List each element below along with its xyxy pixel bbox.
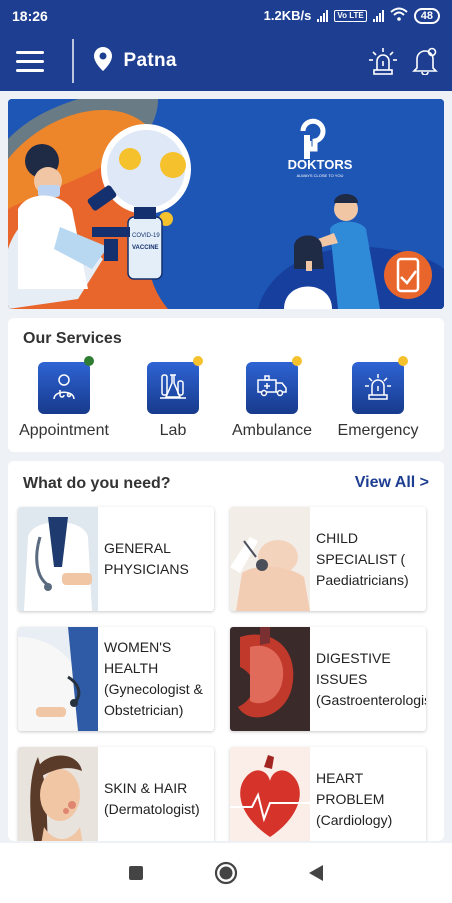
network-speed: 1.2KB/s [263,8,312,23]
speciality-label: WOMEN'S HEALTH (Gynecologist & Obstetric… [104,639,203,718]
service-lab[interactable]: Lab [123,356,223,440]
app-bar: Patna [0,31,452,91]
promo-banner[interactable]: COVID-19 VACCINE DOKTORS ALWAYS CLOSE TO… [8,99,444,309]
status-bar: 18:26 1.2KB/s Vo LTE 48 [0,0,452,31]
speciality-heart-problem[interactable]: HEART PROBLEM (Cardiology) [230,747,426,841]
speciality-label: CHILD SPECIALIST ( Paediatricians) [316,529,409,588]
ambulance-badge-dot [292,356,302,366]
appointment-tile [38,356,94,414]
speciality-child-specialist[interactable]: CHILD SPECIALIST ( Paediatricians) [230,507,426,611]
emergency-tile [352,356,408,414]
specialities-card: What do you need? View All > GENERAL PHY… [8,461,444,841]
square-recents-icon[interactable] [128,865,144,881]
volte-badge: Vo LTE [334,9,367,22]
ambulance-tile [246,356,302,414]
child-specialist-photo [230,507,310,611]
ambulance-label: Ambulance [231,422,313,439]
speciality-digestive-issues[interactable]: DIGESTIVE ISSUES (Gastroenterologist) [230,627,426,731]
lab-flask-icon [158,371,188,406]
speciality-label: DIGESTIVE ISSUES (Gastroenterologist) [316,649,426,708]
service-ambulance[interactable]: Ambulance [222,356,322,440]
speciality-womens-health[interactable]: WOMEN'S HEALTH (Gynecologist & Obstetric… [18,627,214,731]
hamburger-menu-icon[interactable] [0,31,60,91]
needs-title: What do you need? [23,475,171,492]
app-bar-divider [72,39,74,83]
appointment-badge-dot [84,356,94,366]
brand-name: DOKTORS [288,157,353,172]
view-all-link[interactable]: View All > [355,474,429,492]
appointment-label: Appointment [19,422,109,439]
speciality-label: SKIN & HAIR (Dermatologist) [104,780,200,817]
services-title: Our Services [23,330,122,347]
bell-icon[interactable] [412,47,438,75]
status-indicators: 1.2KB/s Vo LTE 48 [264,7,440,24]
signal-icon [317,9,329,22]
general-physician-photo [18,507,98,611]
doctor-icon [49,371,79,406]
location-selector[interactable]: Patna [93,46,177,76]
service-appointment[interactable]: Appointment [14,356,114,440]
vial-top-text: COVID-19 [132,233,160,239]
lab-tile [147,356,203,414]
emergency-siren-icon[interactable] [368,46,398,76]
services-card: Our Services Appointment Lab Ambulance E… [8,318,444,452]
digestive-photo [230,627,310,731]
speciality-general-physicians[interactable]: GENERAL PHYSICIANS [18,507,214,611]
system-nav-bar [0,843,452,903]
speciality-label: HEART PROBLEM (Cardiology) [316,769,393,828]
city-name: Patna [123,50,177,71]
emergency-label: Emergency [337,422,419,439]
heart-photo [230,747,310,841]
emergency-badge-dot [398,356,408,366]
brand-tagline: ALWAYS CLOSE TO YOU [297,173,344,178]
battery-icon: 48 [413,7,440,24]
status-time: 18:26 [12,7,48,24]
emergency-siren-icon [363,371,393,406]
skin-hair-photo [18,747,98,841]
service-emergency[interactable]: Emergency [328,356,428,440]
triangle-back-icon[interactable] [308,864,324,882]
wifi-icon [390,7,408,24]
vial-label-text: VACCINE [132,245,159,251]
womens-health-photo [18,627,98,731]
location-pin-icon [93,46,112,76]
signal-icon-2 [372,9,384,22]
lab-badge-dot [193,356,203,366]
ambulance-icon [256,373,288,404]
speciality-skin-hair[interactable]: SKIN & HAIR (Dermatologist) [18,747,214,841]
circle-home-icon[interactable] [214,861,238,885]
app-bar-actions [368,46,452,76]
lab-label: Lab [159,422,187,439]
speciality-label: GENERAL PHYSICIANS [104,540,189,577]
